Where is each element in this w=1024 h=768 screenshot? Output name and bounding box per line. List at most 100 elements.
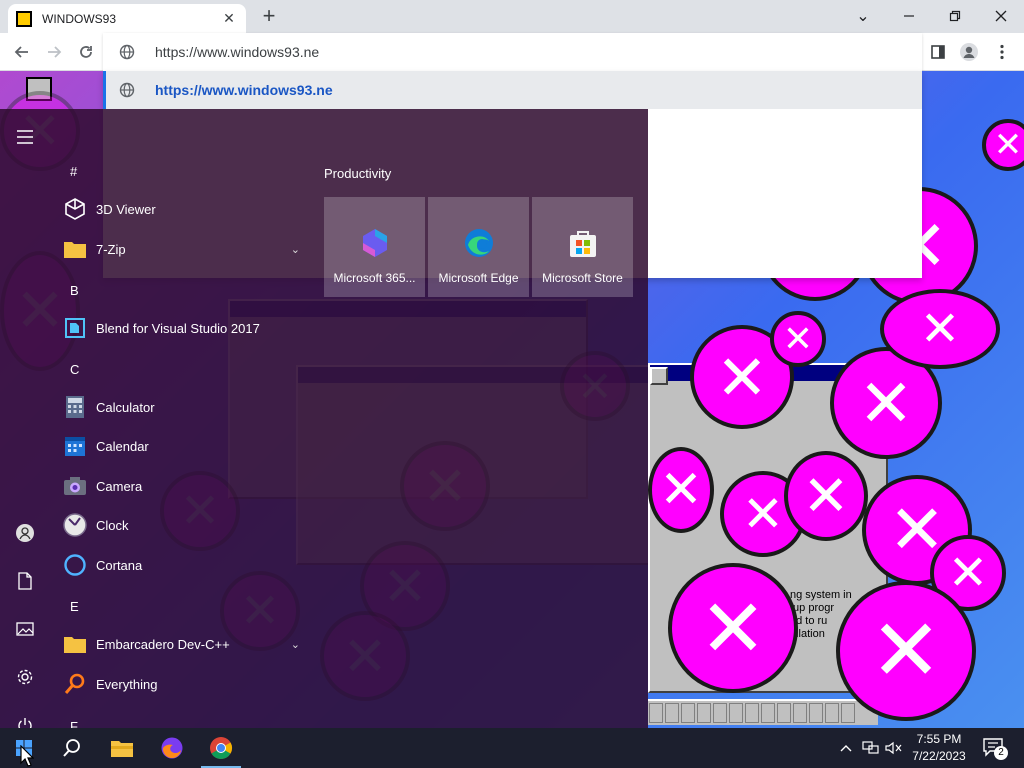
error-bubble-icon[interactable]: ✕: [836, 581, 976, 721]
edge-icon: [464, 229, 493, 257]
start-menu-rail: [0, 109, 50, 733]
app-label: 7-Zip: [96, 241, 126, 257]
mouse-cursor-icon: [20, 745, 34, 767]
documents-icon[interactable]: [9, 565, 41, 597]
close-window-button[interactable]: [978, 0, 1024, 32]
minimize-button[interactable]: [886, 0, 932, 32]
error-bubble-icon[interactable]: ✕: [668, 563, 798, 693]
taskbar-search-button[interactable]: [48, 728, 96, 768]
browser-toolbar: https://www.windows93.ne: [0, 33, 1024, 71]
notification-count-badge: 2: [994, 746, 1008, 760]
firefox-icon: [161, 737, 183, 759]
store-icon: [569, 231, 596, 257]
address-text[interactable]: https://www.windows93.ne: [155, 44, 319, 60]
clock-date: 7/22/2023: [912, 749, 966, 763]
pictures-icon[interactable]: [9, 613, 41, 645]
app-calculator[interactable]: Calculator: [62, 389, 310, 425]
windows93-taskbar: [648, 699, 878, 725]
app-label: Clock: [96, 517, 129, 533]
error-bubble-icon[interactable]: ✕: [784, 451, 868, 541]
error-bubble-icon[interactable]: ✕: [880, 289, 1000, 369]
calendar-icon: [62, 433, 88, 459]
globe-icon: [119, 44, 135, 60]
app-label: Blend for Visual Studio 2017: [96, 320, 260, 336]
start-menu: # 3D Viewer 7-Zip ⌄ B Blend for Visual S…: [0, 109, 648, 733]
error-bubble-icon[interactable]: ✕: [982, 119, 1024, 171]
app-label: Calculator: [96, 399, 155, 415]
profile-avatar-icon[interactable]: [955, 38, 983, 66]
error-bubble-icon[interactable]: ✕: [648, 447, 714, 533]
globe-icon: [119, 82, 135, 98]
search-icon: [62, 671, 88, 697]
network-icon[interactable]: [860, 728, 882, 768]
folder-icon: [62, 631, 88, 657]
chrome-icon: [210, 737, 232, 759]
settings-gear-icon[interactable]: [9, 661, 41, 693]
app-everything[interactable]: Everything: [62, 666, 310, 702]
chrome-menu-icon[interactable]: [988, 38, 1016, 66]
tab-strip: WINDOWS93 ✕ + ⌄: [0, 0, 1024, 33]
restore-button[interactable]: [932, 0, 978, 32]
app-3d-viewer[interactable]: 3D Viewer: [62, 191, 310, 227]
reload-button[interactable]: [72, 38, 100, 66]
app-blend[interactable]: Blend for Visual Studio 2017: [62, 310, 310, 346]
folder-icon: [62, 236, 88, 262]
app-label: Everything: [96, 676, 158, 692]
hamburger-menu-icon[interactable]: [9, 121, 41, 153]
tab-search-icon[interactable]: ⌄: [840, 0, 886, 32]
firefox-button[interactable]: [148, 728, 196, 768]
chevron-down-icon[interactable]: ⌄: [291, 243, 300, 256]
user-account-icon[interactable]: [9, 517, 41, 549]
section-header-f[interactable]: F: [70, 719, 78, 728]
app-calendar[interactable]: Calendar: [62, 428, 310, 464]
tile-microsoft-edge[interactable]: Microsoft Edge: [428, 197, 529, 297]
tray-chevron-icon[interactable]: [836, 728, 856, 768]
error-bubble-icon[interactable]: ✕: [770, 311, 826, 367]
suggestion-text: https://www.windows93.ne: [155, 82, 333, 98]
taskbar-clock[interactable]: 7:55 PM 7/22/2023: [898, 731, 980, 765]
tile-label: Microsoft Edge: [438, 271, 519, 285]
tab-close-icon[interactable]: ✕: [220, 10, 238, 28]
section-header-c[interactable]: C: [70, 362, 79, 377]
forward-button[interactable]: [40, 38, 68, 66]
error-close-icon[interactable]: [650, 367, 668, 385]
app-embarcadero-folder[interactable]: Embarcadero Dev-C++ ⌄: [62, 626, 310, 662]
folder-icon: [111, 741, 133, 757]
address-bar[interactable]: https://www.windows93.ne: [103, 33, 922, 71]
section-header-b[interactable]: B: [70, 283, 79, 298]
back-button[interactable]: [8, 38, 36, 66]
clock-time: 7:55 PM: [916, 732, 962, 746]
cube-icon: [62, 196, 88, 222]
section-header-hash[interactable]: #: [70, 164, 77, 179]
camera-icon: [62, 473, 88, 499]
suggestion-row[interactable]: https://www.windows93.ne: [103, 71, 922, 109]
app-clock[interactable]: Clock: [62, 507, 310, 543]
app-label: Embarcadero Dev-C++: [96, 636, 230, 652]
chevron-down-icon[interactable]: ⌄: [291, 638, 300, 651]
browser-tab[interactable]: WINDOWS93 ✕: [8, 4, 246, 33]
tile-microsoft-365[interactable]: Microsoft 365...: [324, 197, 425, 297]
new-tab-button[interactable]: +: [256, 5, 282, 29]
side-panel-icon[interactable]: [924, 38, 952, 66]
tab-title: WINDOWS93: [42, 11, 117, 26]
tile-label: Microsoft 365...: [333, 271, 416, 285]
app-label: Cortana: [96, 557, 143, 573]
windows93-favicon-icon: [16, 10, 32, 27]
tile-microsoft-store[interactable]: Microsoft Store: [532, 197, 633, 297]
app-cortana[interactable]: Cortana: [62, 547, 310, 583]
section-header-e[interactable]: E: [70, 599, 79, 614]
app-label: Calendar: [96, 438, 149, 454]
search-icon: [63, 739, 80, 757]
app-label: Camera: [96, 478, 143, 494]
windows-taskbar: 7:55 PM 7/22/2023 2: [0, 728, 1024, 768]
tiles-group-title[interactable]: Productivity: [324, 166, 391, 181]
calculator-icon: [62, 394, 88, 420]
cortana-icon: [62, 552, 88, 578]
app-label: 3D Viewer: [96, 201, 156, 217]
file-explorer-button[interactable]: [98, 728, 146, 768]
app-7-zip-folder[interactable]: 7-Zip ⌄: [62, 231, 310, 267]
chrome-button[interactable]: [197, 728, 245, 768]
tile-label: Microsoft Store: [542, 271, 623, 285]
app-list: # 3D Viewer 7-Zip ⌄ B Blend for Visual S…: [50, 109, 310, 728]
app-camera[interactable]: Camera: [62, 468, 310, 504]
